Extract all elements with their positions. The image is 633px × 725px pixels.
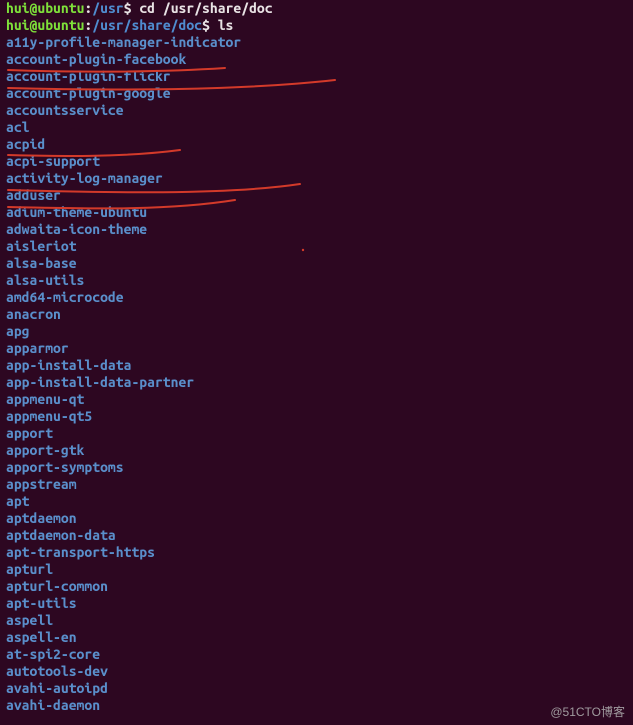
ls-entry: alsa-utils [6,272,627,289]
directory-name: aisleriot [6,238,77,254]
ls-entry: aptdaemon-data [6,527,627,544]
prompt-path: /usr/share/doc [92,17,202,33]
ls-entry: acl [6,119,627,136]
ls-entry: app-install-data [6,357,627,374]
ls-entry: adwaita-icon-theme [6,221,627,238]
ls-entry: acpi-support [6,153,627,170]
directory-name: amd64-microcode [6,289,124,305]
command-text: cd /usr/share/doc [139,0,272,16]
ls-entry: avahi-autoipd [6,680,627,697]
ls-entry: apg [6,323,627,340]
watermark: @51CTO博客 [550,704,625,721]
directory-name: app-install-data-partner [6,374,194,390]
prompt-host: ubuntu [37,17,84,33]
directory-name: alsa-base [6,255,77,271]
ls-entry: alsa-base [6,255,627,272]
directory-name: apturl [6,561,53,577]
directory-name: account-plugin-google [6,85,171,101]
ls-entry: app-install-data-partner [6,374,627,391]
directory-name: adduser [6,187,61,203]
ls-entry: apt-transport-https [6,544,627,561]
ls-entry: anacron [6,306,627,323]
ls-entry: appmenu-qt5 [6,408,627,425]
ls-entry: apturl-common [6,578,627,595]
prompt-user: hui@ [6,0,37,16]
ls-entry: appstream [6,476,627,493]
directory-name: acl [6,119,30,135]
ls-entry: acpid [6,136,627,153]
ls-entry: apport-gtk [6,442,627,459]
prompt-path: /usr [92,0,123,16]
directory-name: adium-theme-ubuntu [6,204,147,220]
ls-entry: aisleriot [6,238,627,255]
directory-name: appstream [6,476,77,492]
directory-name: accountsservice [6,102,124,118]
ls-entry: account-plugin-facebook [6,51,627,68]
directory-name: appmenu-qt5 [6,408,92,424]
directory-name: account-plugin-facebook [6,51,186,67]
directory-name: apt [6,493,30,509]
ls-entry: accountsservice [6,102,627,119]
directory-name: apt-transport-https [6,544,155,560]
directory-name: apport [6,425,53,441]
terminal-output[interactable]: hui@ubuntu:/usr$ cd /usr/share/dochui@ub… [6,0,627,714]
directory-name: anacron [6,306,61,322]
directory-name: at-spi2-core [6,646,100,662]
ls-entry: aptdaemon [6,510,627,527]
directory-name: avahi-autoipd [6,680,108,696]
prompt-line: hui@ubuntu:/usr/share/doc$ ls [6,17,627,34]
ls-entry: apt-utils [6,595,627,612]
ls-entry: apport-symptoms [6,459,627,476]
ls-entry: adium-theme-ubuntu [6,204,627,221]
directory-name: apparmor [6,340,69,356]
directory-name: acpi-support [6,153,100,169]
directory-name: app-install-data [6,357,131,373]
ls-entry: account-plugin-flickr [6,68,627,85]
directory-name: apport-symptoms [6,459,124,475]
ls-entry: adduser [6,187,627,204]
directory-name: aspell [6,612,53,628]
directory-name: alsa-utils [6,272,84,288]
ls-entry: autotools-dev [6,663,627,680]
prompt-host: ubuntu [37,0,84,16]
directory-name: aptdaemon [6,510,77,526]
ls-entry: apturl [6,561,627,578]
prompt-symbol: $ [202,17,218,33]
ls-entry: account-plugin-google [6,85,627,102]
directory-name: aspell-en [6,629,77,645]
directory-name: avahi-daemon [6,697,100,713]
directory-name: apg [6,323,30,339]
prompt-user: hui@ [6,17,37,33]
ls-entry: amd64-microcode [6,289,627,306]
directory-name: adwaita-icon-theme [6,221,147,237]
ls-entry: at-spi2-core [6,646,627,663]
directory-name: a11y-profile-manager-indicator [6,34,241,50]
ls-entry: appmenu-qt [6,391,627,408]
ls-entry: apparmor [6,340,627,357]
directory-name: activity-log-manager [6,170,163,186]
directory-name: apturl-common [6,578,108,594]
ls-entry: apt [6,493,627,510]
directory-name: apt-utils [6,595,77,611]
directory-name: acpid [6,136,45,152]
directory-name: aptdaemon-data [6,527,116,543]
directory-name: apport-gtk [6,442,84,458]
directory-name: account-plugin-flickr [6,68,171,84]
prompt-symbol: $ [124,0,140,16]
ls-entry: aspell-en [6,629,627,646]
ls-entry: avahi-daemon [6,697,627,714]
prompt-line: hui@ubuntu:/usr$ cd /usr/share/doc [6,0,627,17]
directory-name: autotools-dev [6,663,108,679]
ls-entry: activity-log-manager [6,170,627,187]
command-text: ls [218,17,234,33]
ls-entry: aspell [6,612,627,629]
directory-name: appmenu-qt [6,391,84,407]
ls-entry: a11y-profile-manager-indicator [6,34,627,51]
ls-entry: apport [6,425,627,442]
